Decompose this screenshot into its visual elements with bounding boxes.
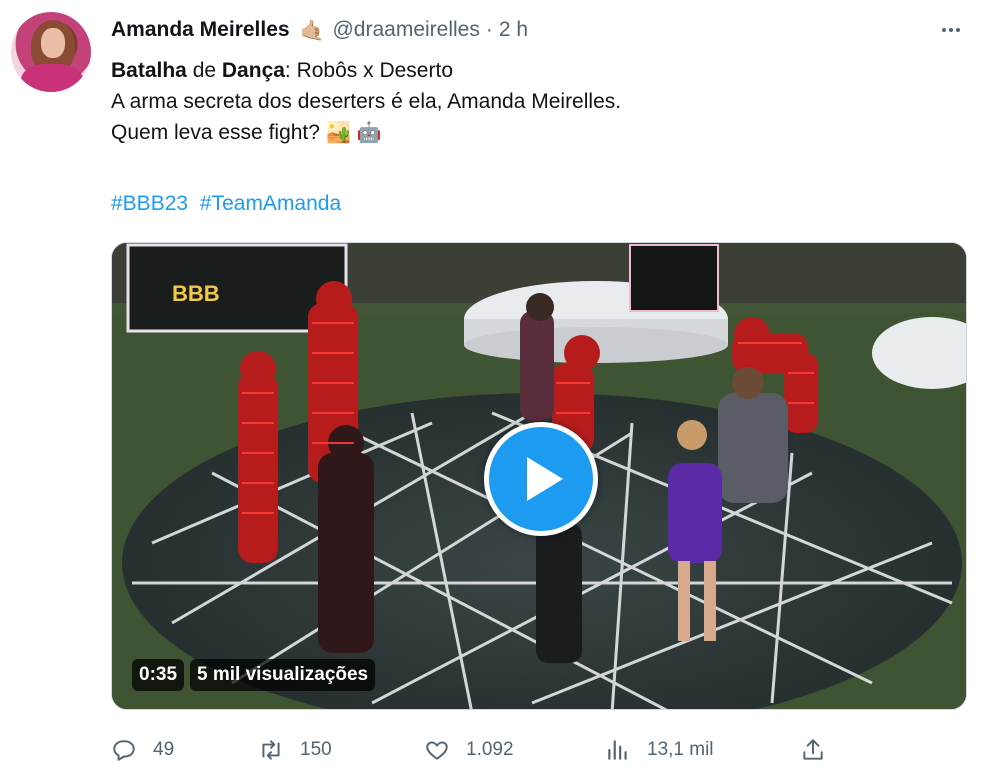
video-views: 5 mil visualizações	[190, 659, 376, 691]
word-batalha: Batalha	[111, 59, 187, 82]
play-icon	[527, 457, 563, 501]
views-count: 13,1 mil	[647, 739, 714, 760]
separator-dot: ·	[485, 18, 493, 41]
video-duration: 0:35	[132, 659, 185, 691]
video-info-badge: 0:35 5 mil visualizações	[132, 658, 376, 692]
reply-icon	[113, 740, 135, 761]
tweet-text: Batalha de Dança: Robôs x Deserto A arma…	[111, 55, 931, 148]
call-me-hand-emoji: 🤙🏼	[299, 19, 325, 42]
share-button[interactable]	[800, 731, 842, 769]
bbb-logo: BBB	[172, 281, 220, 306]
heart-icon	[426, 741, 448, 760]
timestamp[interactable]: 2 h	[499, 18, 528, 42]
tweet-actions: 49 150 1.092 13,1 mil	[111, 731, 831, 769]
hashtag-bbb23[interactable]: #BBB23	[111, 192, 188, 215]
play-button[interactable]	[484, 422, 598, 536]
video-player[interactable]: BBB 0:35 5 mil visualizações	[111, 242, 967, 710]
hashtags: #BBB23 #TeamAmanda	[111, 188, 347, 219]
tweet-line-2: A arma secreta dos deserters é ela, Aman…	[111, 90, 622, 113]
like-button[interactable]: 1.092	[424, 731, 514, 769]
tweet-line-3: Quem leva esse fight? 🏜️ 🤖	[111, 117, 931, 148]
avatar-face	[41, 28, 65, 58]
line3-text: Quem leva esse fight?	[111, 121, 320, 144]
avatar-shirt	[21, 64, 83, 92]
views-chart-icon	[608, 740, 627, 760]
hashtag-teamamanda[interactable]: #TeamAmanda	[200, 192, 341, 215]
retweet-icon	[262, 740, 280, 760]
desert-emoji: 🏜️	[325, 121, 351, 144]
display-name[interactable]: Amanda Meirelles	[111, 18, 290, 42]
views-button[interactable]: 13,1 mil	[605, 731, 714, 769]
user-handle[interactable]: @draameirelles	[332, 18, 479, 42]
avatar[interactable]	[11, 12, 91, 92]
tweet-line-1: Batalha de Dança: Robôs x Deserto	[111, 55, 931, 86]
word-de: de	[186, 59, 222, 82]
tweet-header: Amanda Meirelles 🤙🏼 @draameirelles · 2 h	[111, 14, 528, 46]
retweet-count: 150	[300, 739, 332, 760]
reply-count: 49	[153, 739, 175, 760]
word-danca: Dança	[221, 59, 285, 82]
like-count: 1.092	[466, 739, 514, 760]
retweet-button[interactable]: 150	[258, 731, 332, 769]
more-icon[interactable]	[934, 18, 968, 42]
share-icon	[803, 739, 823, 760]
line1-rest: : Robôs x Deserto	[284, 59, 453, 82]
robot-emoji: 🤖	[356, 121, 382, 144]
reply-button[interactable]: 49	[111, 731, 174, 769]
